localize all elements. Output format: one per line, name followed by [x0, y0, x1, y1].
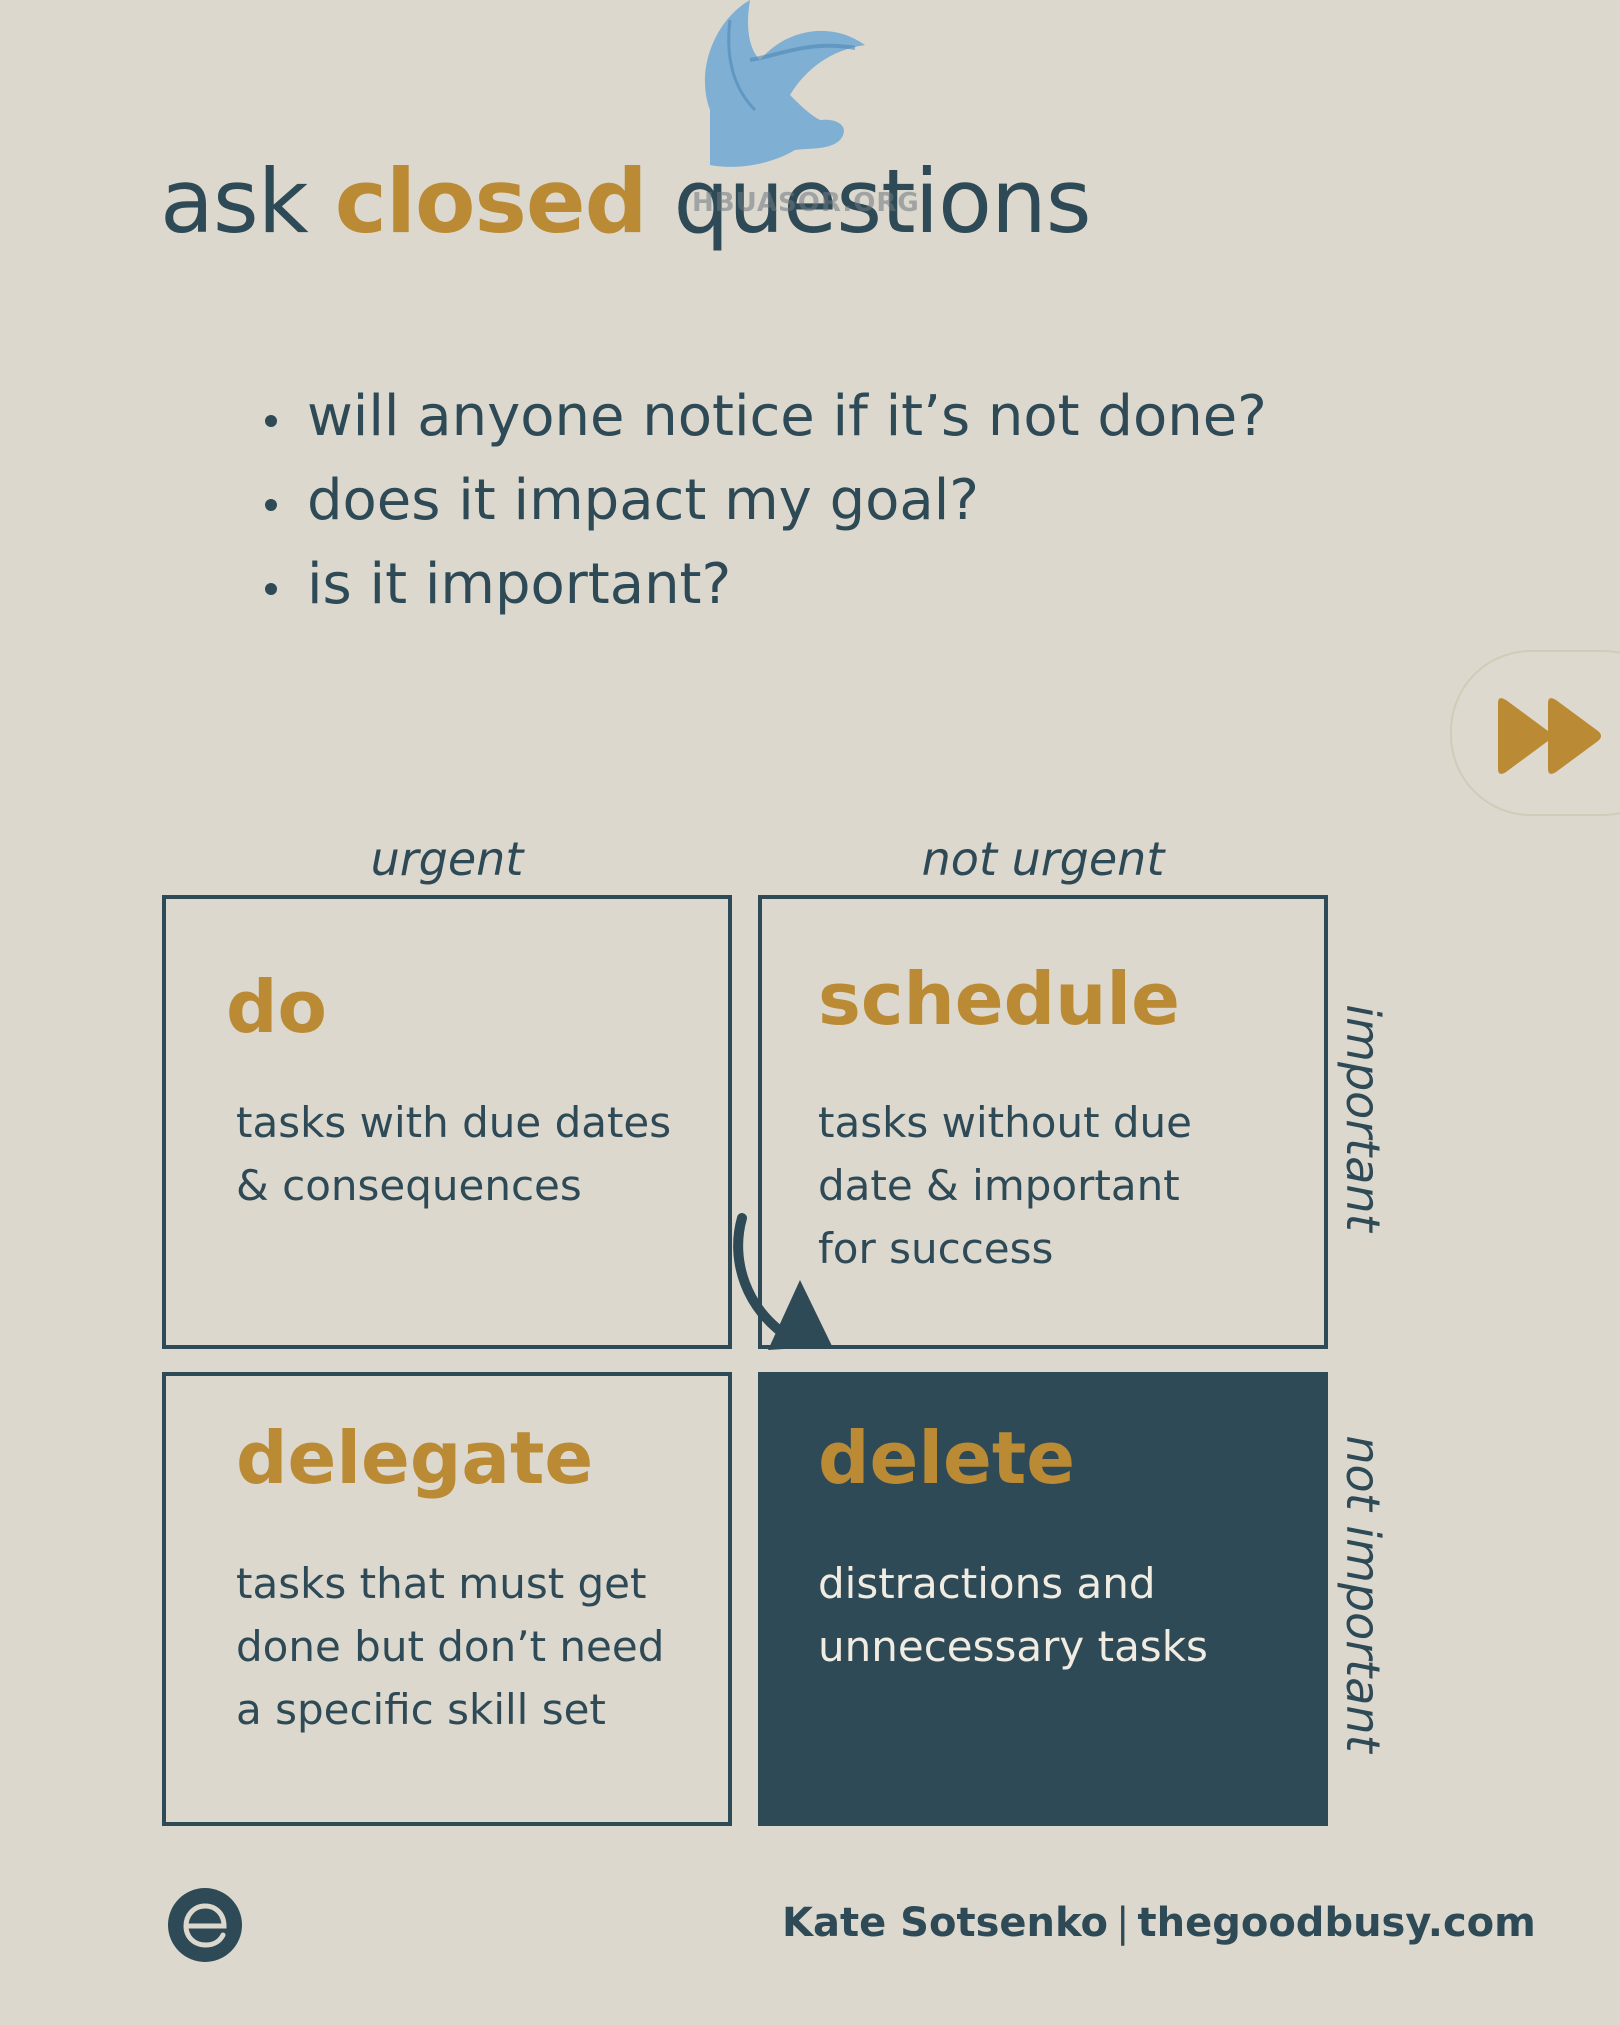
matrix-cell-do: do tasks with due dates & consequences [162, 895, 732, 1349]
e-logo-glyph [183, 1903, 227, 1948]
cell-description: distractions and unnecessary tasks [818, 1559, 1208, 1671]
curved-arrow-icon [733, 1213, 832, 1350]
title-pre: ask [160, 150, 335, 253]
footer-credit: Kate Sotsenko | thegoodbusy.com [782, 1900, 1536, 1946]
row-label-not-important: not important [1336, 1435, 1390, 1753]
fast-forward-icon[interactable] [1492, 695, 1608, 777]
cell-description: tasks with due dates & consequences [236, 1098, 672, 1210]
watermark-text: HBUASOR.ORG [692, 188, 920, 218]
matrix-cell-delegate: delegate tasks that must get done but do… [162, 1372, 732, 1826]
griffin-icon [704, 0, 865, 167]
cell-title: delegate [236, 1416, 594, 1500]
matrix-cell-schedule: schedule tasks without due date & import… [758, 895, 1328, 1349]
footer-website[interactable]: thegoodbusy.com [1137, 1900, 1535, 1946]
cell-title: do [226, 965, 328, 1049]
footer-author: Kate Sotsenko [782, 1900, 1108, 1946]
title-accent: closed [334, 150, 648, 253]
cell-title: schedule [818, 957, 1180, 1041]
footer-separator: | [1116, 1900, 1130, 1946]
question-list: will anyone notice if it’s not done? doe… [265, 375, 1267, 627]
column-label-urgent: urgent [370, 832, 524, 886]
e-logo-icon [168, 1888, 242, 1962]
matrix-cell-delete: delete distractions and unnecessary task… [758, 1372, 1328, 1826]
cell-description: tasks without due date & important for s… [818, 1098, 1193, 1273]
row-label-important: important [1336, 1004, 1390, 1232]
question-item: will anyone notice if it’s not done? [265, 375, 1267, 459]
column-label-not-urgent: not urgent [921, 832, 1165, 886]
page-title: ask closed questions [160, 150, 1092, 253]
cell-title: delete [818, 1416, 1076, 1500]
cell-description: tasks that must get done but don’t need … [236, 1559, 665, 1734]
question-item: does it impact my goal? [265, 459, 1267, 543]
question-item: is it important? [265, 543, 1267, 627]
